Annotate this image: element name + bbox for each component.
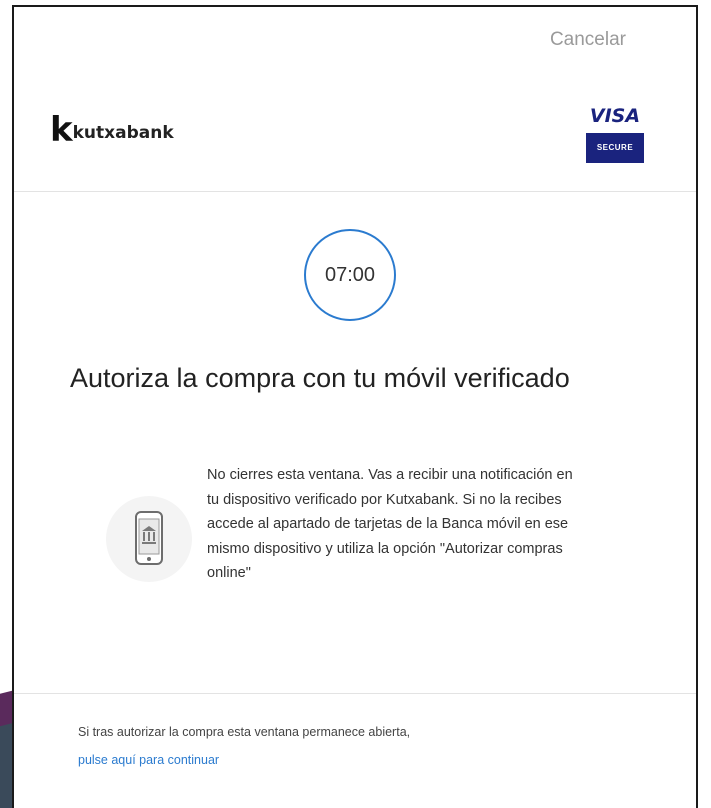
countdown-timer: 07:00 — [304, 229, 396, 321]
footer-note: Si tras autorizar la compra esta ventana… — [78, 725, 411, 739]
continue-link[interactable]: pulse aquí para continuar — [78, 753, 219, 767]
page-title: Autoriza la compra con tu móvil verifica… — [70, 363, 570, 393]
bank-logo-text: kutxabank — [72, 123, 174, 143]
visa-secure-logo: VISA SECURE — [586, 105, 644, 163]
visa-secure-badge: SECURE — [586, 133, 644, 163]
visa-wordmark: VISA — [589, 105, 641, 127]
background-page — [0, 0, 12, 808]
phone-bank-icon-svg — [135, 511, 163, 565]
bank-logo-mark: k — [50, 110, 73, 150]
cancel-link[interactable]: Cancelar — [550, 29, 626, 51]
phone-bank-icon — [106, 496, 192, 582]
countdown-value: 07:00 — [324, 263, 376, 286]
instructions-text: No cierres esta ventana. Vas a recibir u… — [207, 467, 573, 581]
header-divider — [14, 191, 696, 192]
bank-logo: k kutxabank — [50, 110, 174, 150]
authorization-dialog: Cancelar k kutxabank VISA SECURE 07:00 A… — [12, 5, 698, 808]
footer-divider — [14, 693, 696, 694]
